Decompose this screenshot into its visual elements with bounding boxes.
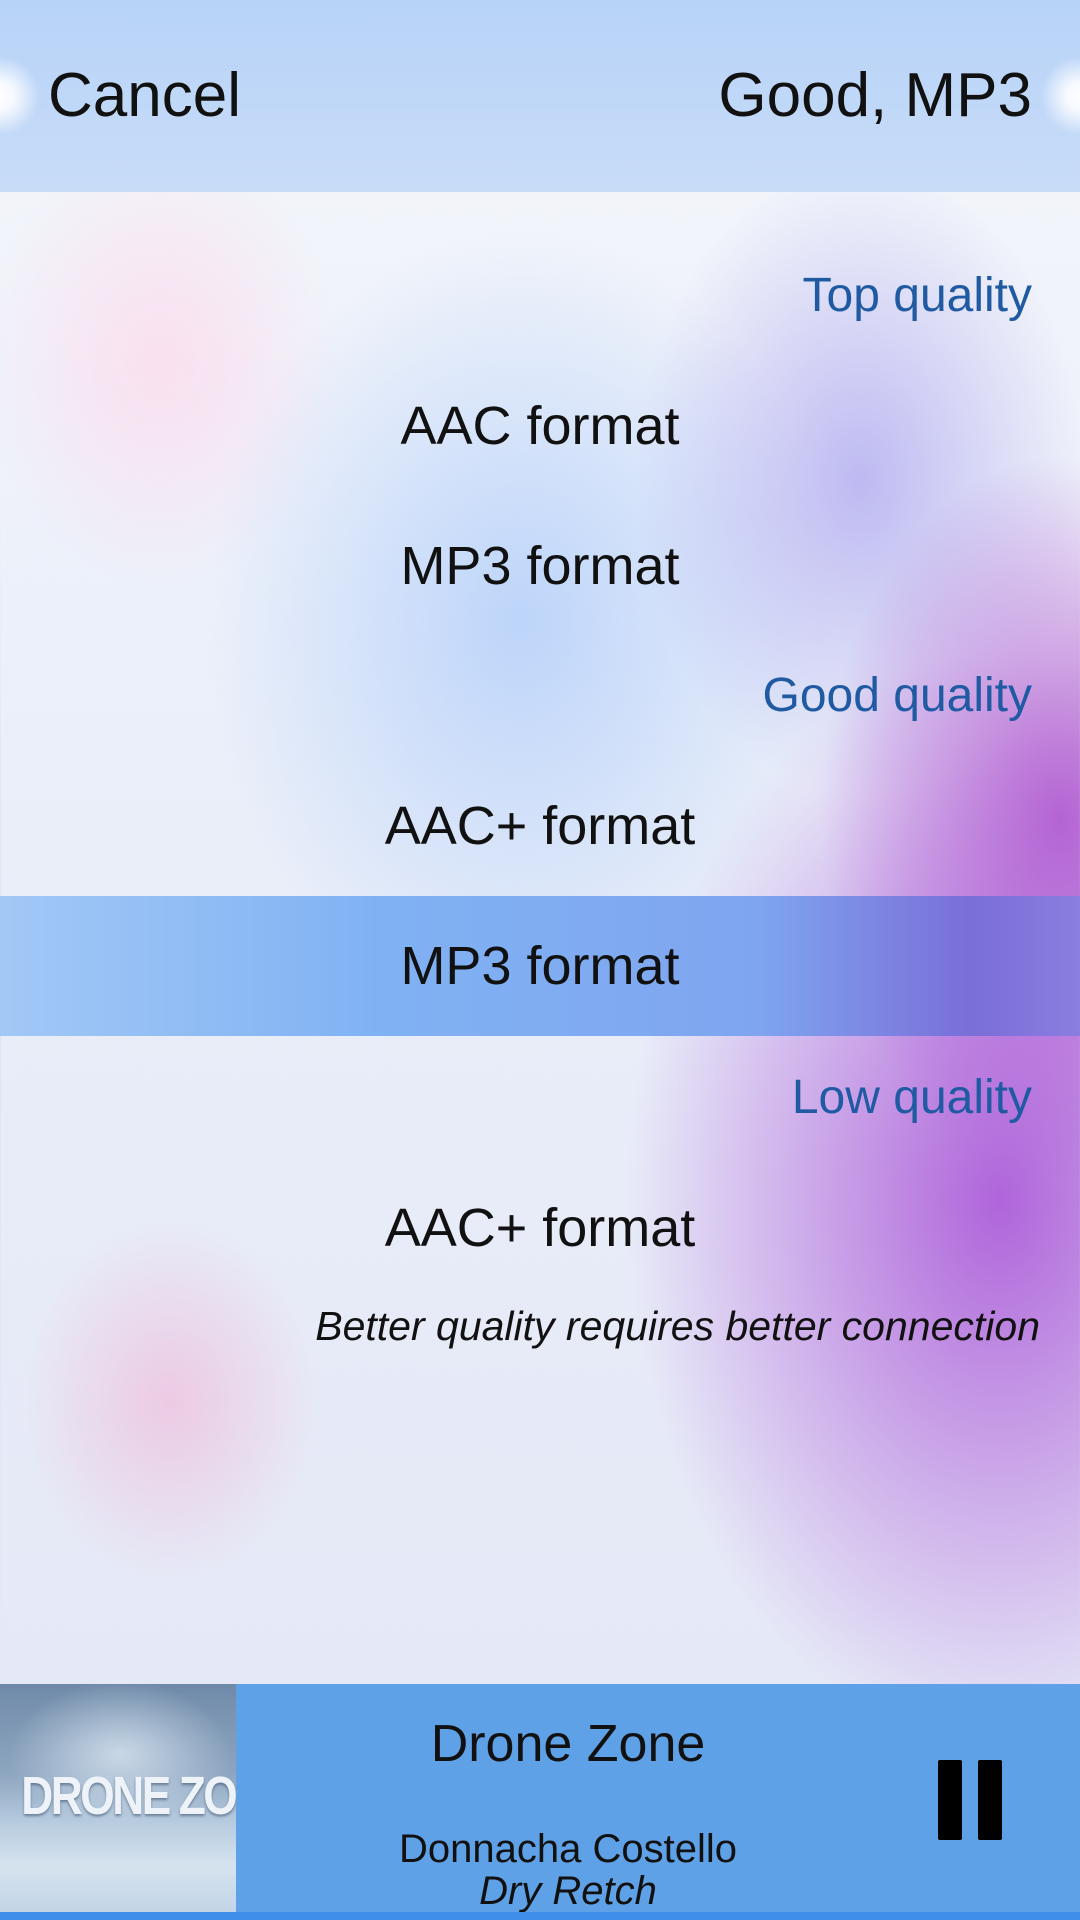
pause-icon[interactable] <box>938 1760 1002 1840</box>
track-album: Dry Retch <box>479 1869 657 1913</box>
player-bottom-edge <box>0 1912 1080 1920</box>
pause-bar-left <box>938 1760 962 1840</box>
now-playing-bar[interactable]: DRONE ZONE Drone Zone Donnacha Costello … <box>0 1684 1080 1920</box>
album-cover[interactable]: DRONE ZONE <box>0 1684 236 1912</box>
section-header-good-quality: Good quality <box>762 669 1032 722</box>
glow-decoration <box>1040 56 1080 136</box>
connection-note: Better quality requires better connectio… <box>315 1303 1040 1349</box>
track-title: Drone Zone <box>430 1715 706 1773</box>
cancel-button[interactable]: Cancel <box>48 56 241 136</box>
accept-button[interactable]: Good, MP3 <box>718 56 1032 136</box>
pause-bar-right <box>978 1760 1002 1840</box>
option-good-aac-plus[interactable]: AAC+ format <box>0 756 1080 896</box>
option-good-mp3-selected[interactable]: MP3 format <box>0 896 1080 1036</box>
glow-decoration <box>0 56 40 136</box>
header-bar: Cancel Good, MP3 <box>0 0 1080 192</box>
option-top-mp3[interactable]: MP3 format <box>0 496 1080 636</box>
section-header-top-quality: Top quality <box>802 269 1032 322</box>
option-top-aac[interactable]: AAC format <box>0 356 1080 496</box>
section-header-low-quality: Low quality <box>791 1071 1032 1124</box>
option-low-aac-plus[interactable]: AAC+ format <box>0 1158 1080 1298</box>
album-cover-text: DRONE ZONE <box>21 1766 236 1826</box>
track-artist: Donnacha Costello <box>399 1827 737 1871</box>
